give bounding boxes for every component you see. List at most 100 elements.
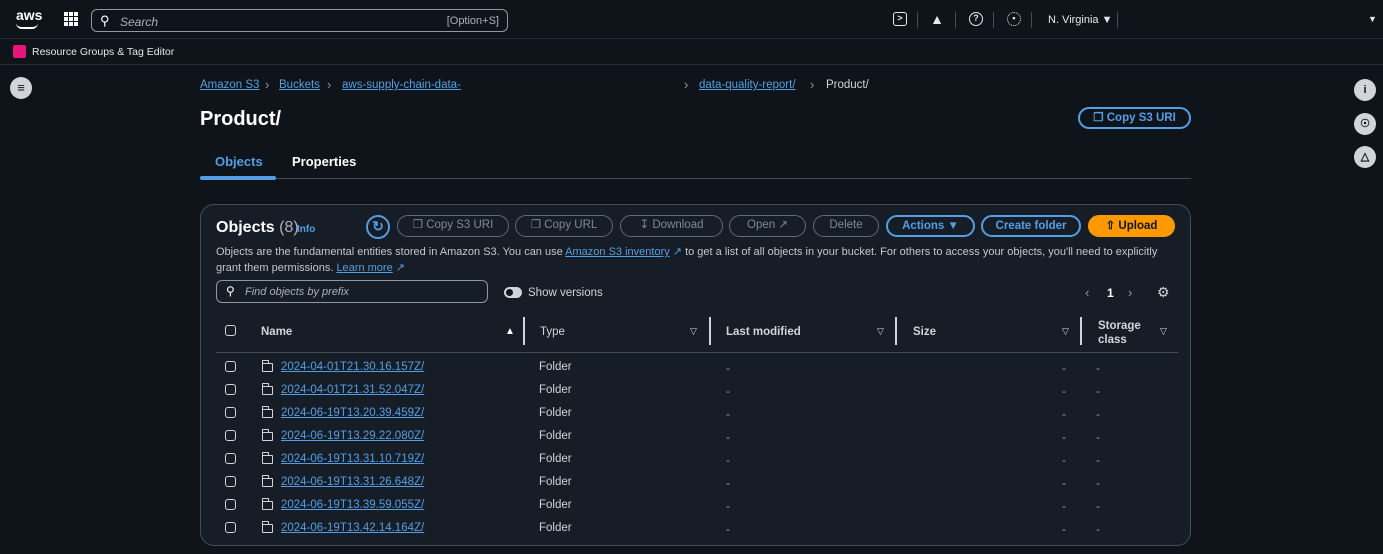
- search-input[interactable]: ⚲ Search [Option+S]: [91, 9, 508, 32]
- object-name-link[interactable]: 2024-06-19T13.31.26.648Z/: [281, 476, 424, 488]
- object-name-link[interactable]: 2024-04-01T21.31.52.047Z/: [281, 384, 424, 396]
- upload-button-label: Upload: [1118, 220, 1158, 232]
- breadcrumb-buckets[interactable]: Buckets: [279, 79, 320, 91]
- aws-logo-text: aws: [16, 7, 43, 23]
- open-button-label: Open: [747, 219, 776, 231]
- column-divider[interactable]: [1080, 317, 1082, 345]
- sort-icon[interactable]: ▽: [1062, 326, 1069, 337]
- table-header-divider: [216, 352, 1178, 353]
- column-header-last-modified[interactable]: Last modified: [726, 326, 801, 338]
- storage-class-value: -: [1096, 384, 1100, 398]
- show-versions-toggle[interactable]: [504, 287, 522, 298]
- flask-icon[interactable]: △: [1354, 146, 1376, 168]
- table-row[interactable]: 2024-06-19T13.31.26.648Z/ Folder - - -: [216, 475, 1178, 499]
- size-value: -: [1062, 407, 1066, 421]
- region-selector[interactable]: N. Virginia ▼: [1048, 14, 1113, 26]
- row-checkbox[interactable]: [225, 476, 236, 487]
- object-name-link[interactable]: 2024-04-01T21.30.16.157Z/: [281, 361, 424, 373]
- object-type: Folder: [539, 522, 572, 534]
- column-header-storage-class[interactable]: Storage class: [1098, 319, 1141, 347]
- help-icon[interactable]: ?: [969, 12, 983, 26]
- objects-description: Objects are the fundamental entities sto…: [216, 244, 1176, 276]
- info-panel-icon[interactable]: i: [1354, 79, 1376, 101]
- column-divider[interactable]: [709, 317, 711, 345]
- row-checkbox[interactable]: [225, 499, 236, 510]
- download-button[interactable]: ↧ Download: [620, 215, 723, 237]
- breadcrumb-bucket[interactable]: aws-supply-chain-data-: [342, 79, 461, 91]
- divider: [1117, 12, 1118, 28]
- upload-button[interactable]: ⇧ Upload: [1088, 215, 1175, 237]
- size-value: -: [1062, 499, 1066, 513]
- learn-more-link[interactable]: Learn more: [336, 262, 392, 274]
- row-checkbox[interactable]: [225, 384, 236, 395]
- table-row[interactable]: 2024-06-19T13.31.10.719Z/ Folder - - -: [216, 452, 1178, 476]
- folder-icon: [261, 498, 273, 510]
- chevron-right-icon: ›: [684, 77, 689, 92]
- table-row[interactable]: 2024-06-19T13.39.59.055Z/ Folder - - -: [216, 498, 1178, 522]
- info-link[interactable]: Info: [297, 224, 315, 235]
- tab-objects[interactable]: Objects: [215, 154, 263, 169]
- account-menu-chevron-icon[interactable]: ▼: [1368, 14, 1377, 24]
- find-objects-input[interactable]: ⚲ Find objects by prefix: [216, 280, 488, 303]
- copy-s3-uri-header-button[interactable]: ❐ Copy S3 URI: [1078, 107, 1191, 129]
- external-link-icon: ↗: [669, 246, 683, 258]
- open-button[interactable]: Open ↗: [729, 215, 806, 237]
- actions-dropdown[interactable]: Actions ▼: [886, 215, 975, 237]
- folder-icon: [261, 452, 273, 464]
- select-all-checkbox[interactable]: [225, 325, 236, 336]
- refresh-icon[interactable]: ↻: [366, 215, 390, 239]
- create-folder-button[interactable]: Create folder: [981, 215, 1081, 237]
- last-modified-value: -: [726, 453, 730, 467]
- row-checkbox[interactable]: [225, 453, 236, 464]
- table-row[interactable]: 2024-06-19T13.42.14.164Z/ Folder - - -: [216, 521, 1178, 545]
- storage-class-value: -: [1096, 407, 1100, 421]
- column-header-name[interactable]: Name: [261, 326, 292, 338]
- favorite-resource-groups[interactable]: Resource Groups & Tag Editor: [32, 46, 174, 58]
- tab-properties[interactable]: Properties: [292, 154, 356, 169]
- table-row[interactable]: 2024-04-01T21.31.52.047Z/ Folder - - -: [216, 383, 1178, 407]
- search-icon: ⚲: [226, 284, 235, 298]
- sort-icon[interactable]: ▽: [877, 326, 884, 337]
- object-name-link[interactable]: 2024-06-19T13.39.59.055Z/: [281, 499, 424, 511]
- row-checkbox[interactable]: [225, 430, 236, 441]
- s3-inventory-link[interactable]: Amazon S3 inventory: [565, 246, 670, 258]
- feedback-icon[interactable]: ☉: [1354, 113, 1376, 135]
- breadcrumb-amazon-s3[interactable]: Amazon S3: [200, 79, 259, 91]
- table-row[interactable]: 2024-06-19T13.29.22.080Z/ Folder - - -: [216, 429, 1178, 453]
- delete-button-label: Delete: [829, 219, 863, 231]
- column-header-type[interactable]: Type: [540, 326, 565, 338]
- cloudshell-icon[interactable]: >: [893, 12, 907, 26]
- settings-icon[interactable]: •: [1007, 12, 1021, 26]
- copy-url-button[interactable]: ❐ Copy URL: [515, 215, 613, 237]
- storage-class-line2: class: [1098, 334, 1127, 346]
- services-grid-icon[interactable]: [64, 12, 78, 26]
- bell-icon[interactable]: ▲: [930, 12, 944, 26]
- active-tab-indicator: [200, 176, 276, 180]
- column-header-size[interactable]: Size: [913, 326, 936, 338]
- object-name-link[interactable]: 2024-06-19T13.42.14.164Z/: [281, 522, 424, 534]
- object-name-link[interactable]: 2024-06-19T13.20.39.459Z/: [281, 407, 424, 419]
- table-settings-icon[interactable]: ⚙: [1157, 284, 1170, 301]
- table-row[interactable]: 2024-04-01T21.30.16.157Z/ Folder - - -: [216, 360, 1178, 384]
- aws-smile-icon: [16, 23, 38, 29]
- top-navigation: aws ⚲ Search [Option+S] > ▲ ? • N. Virgi…: [0, 0, 1383, 39]
- row-checkbox[interactable]: [225, 522, 236, 533]
- delete-button[interactable]: Delete: [813, 215, 879, 237]
- column-divider[interactable]: [895, 317, 897, 345]
- object-name-link[interactable]: 2024-06-19T13.31.10.719Z/: [281, 453, 424, 465]
- table-row[interactable]: 2024-06-19T13.20.39.459Z/ Folder - - -: [216, 406, 1178, 430]
- breadcrumb-data-quality-report[interactable]: data-quality-report/: [699, 79, 796, 91]
- column-divider[interactable]: [523, 317, 525, 345]
- row-checkbox[interactable]: [225, 407, 236, 418]
- hamburger-menu-icon[interactable]: ≡: [10, 77, 32, 99]
- previous-page-icon[interactable]: ‹: [1085, 285, 1089, 300]
- row-checkbox[interactable]: [225, 361, 236, 372]
- sort-ascending-icon[interactable]: ▲: [505, 326, 515, 337]
- object-name-link[interactable]: 2024-06-19T13.29.22.080Z/: [281, 430, 424, 442]
- sort-icon[interactable]: ▽: [690, 326, 697, 337]
- sort-icon[interactable]: ▽: [1160, 326, 1167, 337]
- next-page-icon[interactable]: ›: [1128, 285, 1132, 300]
- copy-s3-uri-button[interactable]: ❐ Copy S3 URI: [397, 215, 509, 237]
- page-number[interactable]: 1: [1107, 286, 1114, 300]
- aws-logo[interactable]: aws: [16, 7, 43, 29]
